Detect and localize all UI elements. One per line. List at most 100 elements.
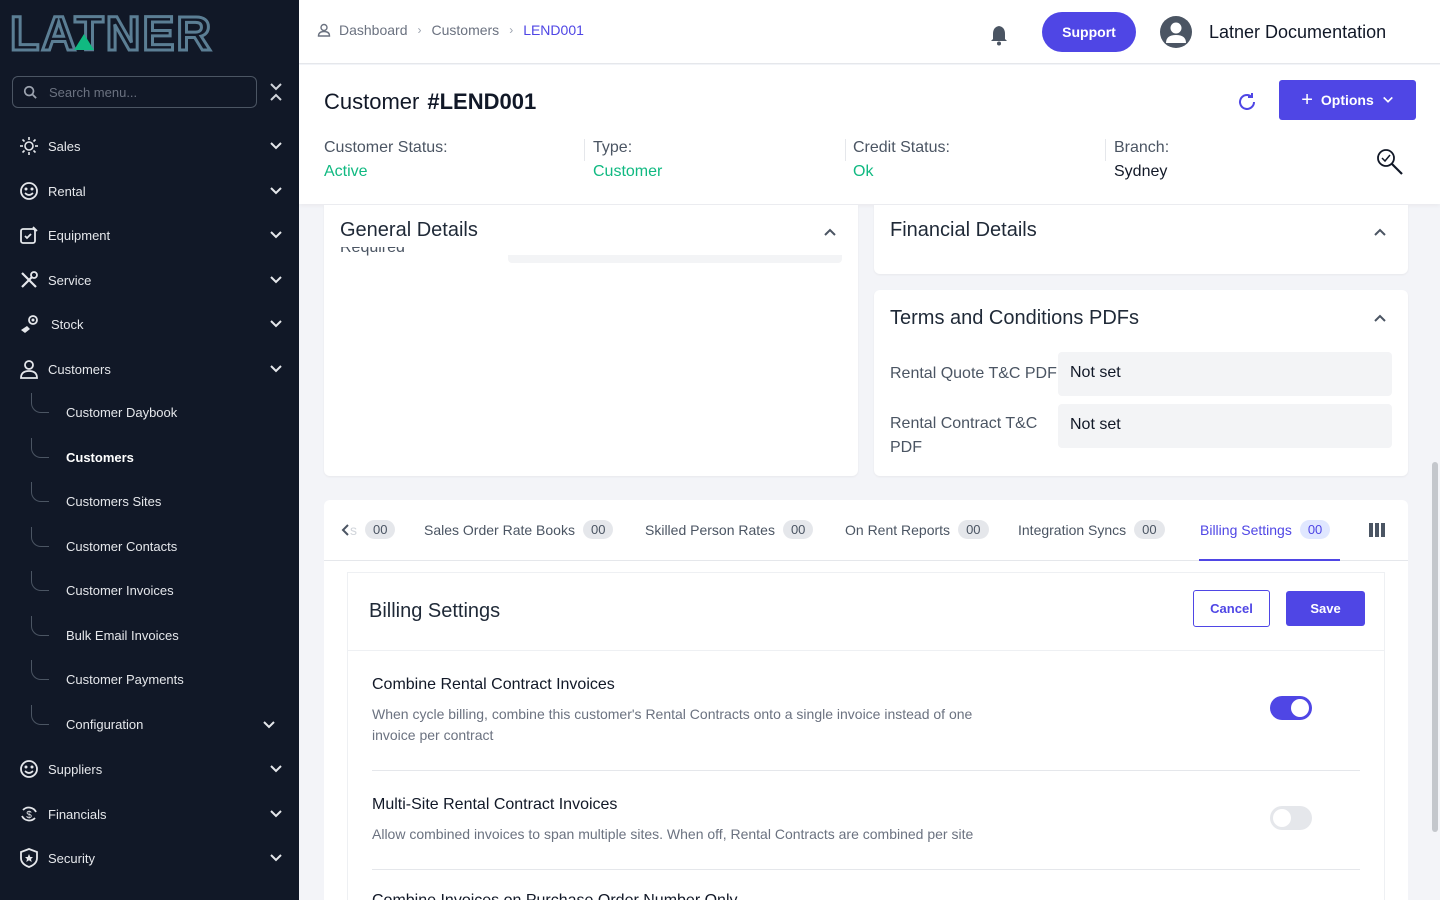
billing-settings-header: Billing Settings Cancel Save — [348, 573, 1384, 651]
sidebar-item-equipment[interactable]: Equipment — [0, 215, 299, 255]
menu-search[interactable] — [12, 76, 257, 108]
user-avatar-icon — [1166, 22, 1186, 43]
sidebar-item-stock[interactable]: Stock — [0, 304, 299, 344]
sidebar-subitem-customer-contacts[interactable]: Customer Contacts — [0, 527, 299, 567]
sidebar-item-sales[interactable]: Sales — [0, 126, 299, 166]
sidebar-item-customers[interactable]: Customers — [0, 349, 299, 389]
sidebar-subitem-configuration[interactable]: Configuration — [0, 705, 299, 745]
sidebar-item-financials[interactable]: $ Financials — [0, 794, 299, 834]
breadcrumb-separator-icon: › — [417, 23, 422, 37]
tab-integration-syncs[interactable]: Integration Syncs 00 — [1018, 520, 1165, 539]
stat-value: Customer — [593, 163, 663, 180]
sidebar-item-rental[interactable]: Rental — [0, 171, 299, 211]
sidebar-subitem-label: Customer Daybook — [66, 405, 178, 420]
toggle-knob — [1291, 699, 1309, 717]
user-name[interactable]: Latner Documentation — [1209, 22, 1386, 43]
billing-settings-title: Billing Settings — [369, 600, 501, 622]
divider — [584, 139, 585, 161]
divider — [1105, 139, 1106, 161]
chevron-down-icon — [270, 187, 282, 195]
equipment-icon — [18, 224, 40, 246]
page-title-prefix: Customer — [324, 89, 420, 114]
breadcrumb-customers[interactable]: Customers — [432, 22, 500, 38]
breadcrumb: Dashboard › Customers › LEND001 — [317, 22, 584, 38]
tab-bar: s 00 Sales Order Rate Books 00 Skilled P… — [324, 500, 1408, 561]
refresh-icon[interactable] — [1236, 91, 1258, 113]
tab-on-rent-reports[interactable]: On Rent Reports 00 — [845, 520, 989, 539]
tab-sales-order-rate-books[interactable]: Sales Order Rate Books 00 — [424, 520, 614, 539]
stat-value: Active — [324, 163, 368, 180]
chevron-down-icon — [1382, 96, 1393, 103]
stat-customer-status: Customer Status: Active — [324, 139, 448, 181]
sidebar-item-label: Security — [48, 850, 95, 866]
financial-details-card: Financial Details — [874, 205, 1408, 274]
chevron-down-icon — [270, 765, 282, 773]
options-label: Options — [1320, 92, 1374, 108]
sidebar-subitem-label: Customers Sites — [66, 494, 162, 509]
general-details-card: General Details Required — [324, 205, 858, 476]
page-scrollbar[interactable] — [1432, 462, 1438, 832]
sidebar-item-label: Rental — [48, 183, 86, 199]
columns-icon[interactable] — [1369, 523, 1385, 537]
sidebar-subitem-customer-invoices[interactable]: Customer Invoices — [0, 571, 299, 611]
sidebar-subitem-bulk-email-invoices[interactable]: Bulk Email Invoices — [0, 616, 299, 656]
setting-description: Allow combined invoices to span multiple… — [372, 826, 974, 842]
sidebar-subitem-customers-sites[interactable]: Customers Sites — [0, 482, 299, 522]
stat-label: Customer Status: — [324, 139, 448, 156]
sidebar-subitem-label: Customer Contacts — [66, 539, 178, 554]
sidebar-subitem-customer-payments[interactable]: Customer Payments — [0, 660, 299, 700]
rental-quote-tc-value[interactable]: Not set — [1058, 352, 1392, 396]
breadcrumb-separator-icon: › — [509, 23, 514, 37]
tab-partial[interactable]: s 00 — [350, 520, 396, 539]
cancel-button[interactable]: Cancel — [1193, 590, 1270, 627]
svg-text:$: $ — [26, 810, 32, 821]
clipped-field-value — [508, 255, 842, 263]
toggle-knob — [1273, 809, 1291, 827]
active-tab-indicator — [1199, 559, 1340, 561]
chevron-up-icon[interactable] — [1372, 310, 1388, 326]
plus-icon: + — [1301, 89, 1313, 111]
options-button[interactable]: + Options — [1279, 80, 1416, 120]
stat-label: Branch: — [1114, 139, 1170, 156]
user-icon — [317, 23, 331, 37]
breadcrumb-dashboard[interactable]: Dashboard — [339, 22, 408, 38]
sidebar-subitem-label: Configuration — [66, 717, 144, 732]
chevron-up-icon[interactable] — [822, 224, 838, 240]
card-title: Financial Details — [890, 219, 1037, 241]
sidebar-item-service[interactable]: Service — [0, 260, 299, 300]
tab-label: Skilled Person Rates — [645, 521, 775, 538]
rental-contract-tc-value[interactable]: Not set — [1058, 404, 1392, 448]
sidebar-subitem-customers[interactable]: Customers — [0, 438, 299, 478]
collapse-sidebar-icon[interactable] — [268, 82, 284, 102]
stat-credit-status: Credit Status: Ok — [853, 139, 950, 181]
sidebar-subitem-label: Customer Payments — [66, 672, 184, 687]
sidebar-item-security[interactable]: Security — [0, 838, 299, 878]
avatar[interactable] — [1160, 16, 1192, 48]
tab-count: 00 — [582, 520, 614, 539]
multi-site-invoices-toggle[interactable] — [1270, 806, 1312, 830]
chevron-down-icon — [270, 365, 282, 373]
tab-label: Sales Order Rate Books — [424, 521, 575, 538]
support-button[interactable]: Support — [1042, 12, 1136, 52]
bell-icon[interactable] — [989, 24, 1009, 46]
sidebar-item-label: Suppliers — [48, 761, 103, 777]
chevron-up-icon[interactable] — [1372, 224, 1388, 240]
sidebar-item-label: Customers — [48, 361, 111, 377]
stock-icon — [18, 313, 40, 335]
tab-count: 00 — [782, 520, 814, 539]
sidebar-subitem-customer-daybook[interactable]: Customer Daybook — [0, 393, 299, 433]
sidebar-item-label: Equipment — [48, 227, 111, 243]
stat-label: Type: — [593, 139, 633, 156]
stat-value: Ok — [853, 163, 874, 180]
combine-invoices-toggle[interactable] — [1270, 696, 1312, 720]
customer-id: #LEND001 — [427, 89, 537, 114]
sidebar-item-suppliers[interactable]: Suppliers — [0, 749, 299, 789]
magnify-icon[interactable] — [1375, 147, 1405, 177]
breadcrumb-current: LEND001 — [523, 22, 584, 38]
tab-skilled-person-rates[interactable]: Skilled Person Rates 00 — [645, 520, 814, 539]
chevron-down-icon — [263, 721, 275, 729]
tab-billing-settings[interactable]: Billing Settings 00 — [1200, 520, 1331, 539]
setting-description: When cycle billing, combine this custome… — [372, 706, 973, 743]
menu-search-input[interactable] — [49, 84, 239, 100]
save-button[interactable]: Save — [1286, 591, 1365, 626]
